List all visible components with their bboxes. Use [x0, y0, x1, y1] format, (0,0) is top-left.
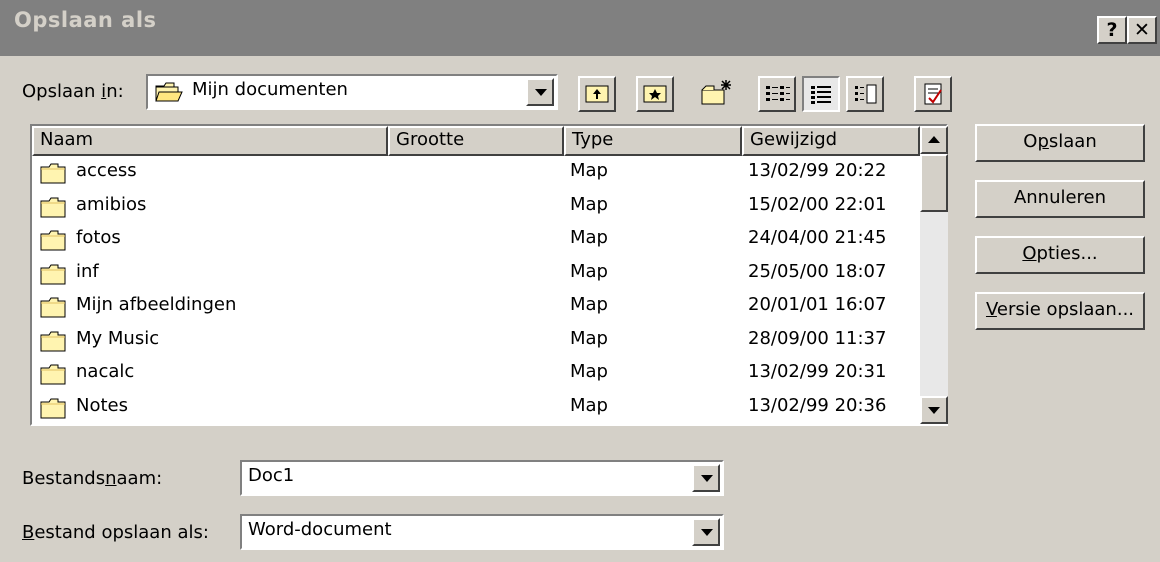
- file-modified: 20/01/01 16:07: [748, 294, 887, 315]
- save-in-dropdown[interactable]: Mijn documenten: [146, 74, 558, 110]
- list-item[interactable]: fotos Map 24/04/00 21:45: [32, 223, 918, 256]
- list-item[interactable]: Mijn afbeeldingen Map 20/01/01 16:07: [32, 290, 918, 323]
- file-type: Map: [570, 327, 608, 349]
- folder-icon: [40, 230, 66, 251]
- scroll-thumb[interactable]: [920, 154, 948, 212]
- close-button[interactable]: ✕: [1127, 16, 1157, 44]
- column-header-size[interactable]: Grootte: [388, 126, 564, 156]
- file-type: Map: [570, 193, 608, 215]
- filename-label: Bestandsnaam:: [22, 468, 163, 489]
- save-in-label: Opslaan in:: [22, 81, 124, 102]
- file-name: access: [76, 160, 137, 181]
- file-type: Map: [570, 260, 608, 282]
- file-name: nacalc: [76, 361, 135, 382]
- new-folder-icon: [701, 80, 731, 105]
- file-type: Map: [570, 227, 608, 248]
- file-type: Map: [570, 394, 608, 416]
- help-button[interactable]: ?: [1097, 16, 1127, 44]
- filename-field[interactable]: Doc1: [240, 460, 724, 496]
- up-folder-icon: [585, 85, 609, 103]
- list-item[interactable]: access Map 13/02/99 20:22: [32, 156, 918, 189]
- file-type: Map: [570, 294, 608, 315]
- folder-icon: [40, 197, 66, 217]
- file-modified: 28/09/00 11:37: [748, 327, 887, 349]
- column-header-modified[interactable]: Gewijzigd: [742, 126, 920, 156]
- window-title: Opslaan als: [14, 8, 157, 32]
- list-view-icon: [766, 86, 790, 101]
- details-view-icon: [811, 86, 831, 104]
- column-header-type[interactable]: Type: [564, 126, 742, 156]
- favorites-icon: [643, 85, 667, 103]
- folder-icon: [40, 264, 66, 284]
- file-name: Mijn afbeeldingen: [76, 294, 237, 315]
- up-one-level-button[interactable]: [578, 76, 616, 112]
- file-name: inf: [76, 260, 99, 282]
- folder-icon: [40, 163, 66, 184]
- list-item[interactable]: amibios Map 15/02/00 22:01: [32, 190, 918, 223]
- list-item[interactable]: inf Map 25/05/00 18:07: [32, 257, 918, 290]
- save-in-value: Mijn documenten: [192, 79, 348, 100]
- properties-view-icon: [855, 84, 877, 104]
- tools-button[interactable]: [914, 76, 952, 112]
- scroll-up-button[interactable]: [920, 126, 948, 154]
- properties-view-button[interactable]: [846, 76, 884, 112]
- save-version-button[interactable]: Versie opslaan...: [975, 292, 1145, 330]
- options-button[interactable]: Opties...: [975, 236, 1145, 274]
- list-item[interactable]: My Music Map 28/09/00 11:37: [32, 324, 918, 357]
- scroll-down-button[interactable]: [920, 396, 948, 424]
- file-name: amibios: [76, 193, 147, 215]
- filename-value: Doc1: [248, 465, 295, 486]
- list-item[interactable]: Notes Map 13/02/99 20:36: [32, 391, 918, 424]
- file-name: Notes: [76, 394, 128, 416]
- folder-icon: [40, 297, 66, 318]
- favorites-button[interactable]: [636, 76, 674, 112]
- file-type: Map: [570, 361, 608, 382]
- file-modified: 13/02/99 20:31: [748, 361, 887, 382]
- folder-icon: [40, 364, 66, 385]
- file-modified: 13/02/99 20:22: [748, 160, 887, 181]
- title-bar: Opslaan als ? ✕: [0, 0, 1160, 56]
- folder-open-icon: [155, 82, 183, 102]
- file-modified: 13/02/99 20:36: [748, 394, 887, 416]
- filetype-label: Bestand opslaan als:: [22, 522, 209, 543]
- file-modified: 25/05/00 18:07: [748, 260, 887, 282]
- list-item[interactable]: nacalc Map 13/02/99 20:31: [32, 357, 918, 390]
- file-name: My Music: [76, 327, 160, 349]
- tools-icon: [924, 83, 942, 105]
- file-modified: 15/02/00 22:01: [748, 193, 887, 215]
- filetype-dropdown[interactable]: Word-document: [240, 514, 724, 550]
- vertical-scrollbar[interactable]: [920, 126, 948, 424]
- chevron-down-icon[interactable]: [692, 464, 720, 492]
- save-button[interactable]: Opslaan: [975, 124, 1145, 162]
- column-header-name[interactable]: Naam: [32, 126, 388, 156]
- details-view-button[interactable]: [802, 76, 840, 112]
- file-list[interactable]: Naam Grootte Type Gewijzigd access Map 13/…: [30, 124, 948, 426]
- chevron-down-icon[interactable]: [526, 78, 554, 106]
- file-modified: 24/04/00 21:45: [748, 227, 887, 248]
- arrow-down-icon: [928, 407, 940, 414]
- arrow-up-icon: [928, 136, 940, 143]
- chevron-down-icon[interactable]: [692, 518, 720, 546]
- folder-icon: [40, 331, 66, 351]
- file-name: fotos: [76, 227, 121, 248]
- new-folder-button[interactable]: [696, 76, 734, 112]
- list-view-button[interactable]: [758, 76, 796, 112]
- folder-icon: [40, 398, 66, 418]
- filetype-value: Word-document: [248, 519, 392, 540]
- file-type: Map: [570, 160, 608, 181]
- cancel-button[interactable]: Annuleren: [975, 180, 1145, 218]
